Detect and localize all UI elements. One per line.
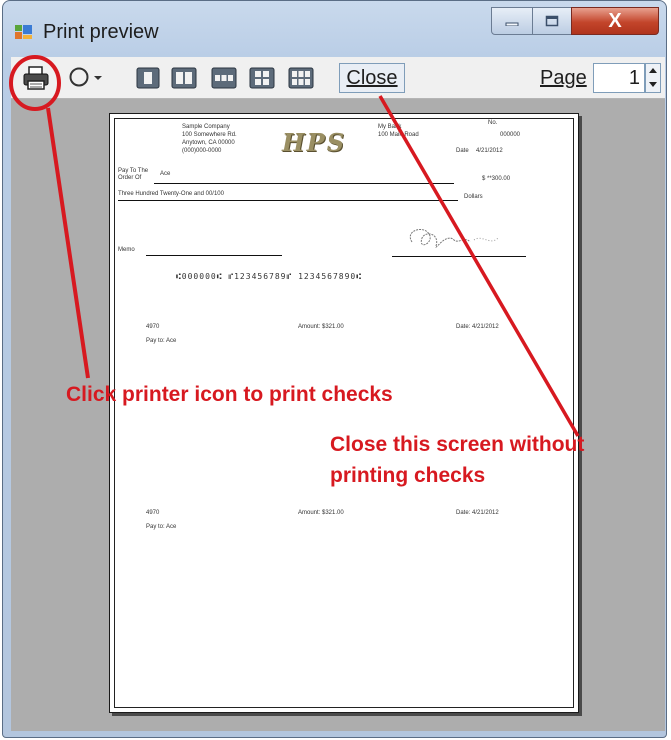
close-hint-annotation-line1: Close this screen without	[330, 433, 585, 456]
preview-area[interactable]: Sample Company 100 Somewhere Rd. Anytown…	[11, 99, 665, 731]
payee-name: Ace	[160, 171, 171, 177]
company-logo: HPS	[282, 128, 347, 157]
page-number-input[interactable]: 1	[593, 63, 645, 93]
four-pages-button[interactable]	[249, 65, 275, 91]
page-spinner[interactable]	[645, 63, 661, 93]
signature-line	[392, 256, 526, 257]
company-city: Anytown, CA 00000	[182, 140, 235, 146]
company-address: 100 Somewhere Rd.	[182, 132, 237, 138]
memo-line	[146, 255, 282, 256]
print-hint-annotation: Click printer icon to print checks	[66, 383, 393, 406]
maximize-button[interactable]	[532, 7, 572, 35]
amount-box: $ **300.00	[482, 176, 511, 182]
two-pages-button[interactable]	[171, 65, 197, 91]
pay-to-label: Pay To The	[118, 168, 149, 174]
zoom-dropdown-button[interactable]	[63, 65, 107, 91]
window-title: Print preview	[43, 21, 159, 43]
close-button-label: Close	[346, 66, 398, 89]
company-phone: (000)000-0000	[182, 148, 222, 154]
signature-image	[409, 228, 499, 248]
stub2-number: 4970	[146, 510, 160, 516]
check-number-label: No.	[488, 120, 498, 126]
two-pages-icon	[171, 67, 197, 89]
payee-line	[154, 183, 454, 184]
three-pages-icon	[211, 67, 237, 89]
order-of-label: Order Of	[118, 175, 142, 181]
close-hint-annotation-line2: printing checks	[330, 464, 486, 487]
window-close-button[interactable]: X	[571, 7, 659, 35]
page-border	[114, 118, 574, 708]
print-preview-app-icon	[15, 25, 32, 39]
dollars-label: Dollars	[464, 194, 483, 200]
close-button[interactable]: Close	[339, 63, 405, 93]
three-pages-button[interactable]	[211, 65, 237, 91]
spinner-up-icon[interactable]	[646, 64, 660, 77]
four-pages-icon	[249, 67, 275, 89]
bank-address: 100 Main Road	[378, 132, 419, 138]
chevron-down-icon	[94, 76, 102, 80]
stub2-payee: Pay to: Ace	[146, 524, 177, 530]
stub1-date: Date: 4/21/2012	[456, 324, 499, 330]
minimize-button[interactable]	[491, 7, 533, 35]
one-page-button[interactable]	[135, 65, 161, 91]
stub2-amount: Amount: $321.00	[298, 510, 344, 516]
stub2-date: Date: 4/21/2012	[456, 510, 499, 516]
title-bar[interactable]: Print preview X	[3, 1, 666, 57]
printer-icon	[23, 66, 49, 90]
company-name: Sample Company	[182, 124, 230, 130]
date-label: Date	[456, 148, 469, 154]
stub1-payee: Pay to: Ace	[146, 338, 177, 344]
check-page: Sample Company 100 Somewhere Rd. Anytown…	[109, 113, 579, 713]
six-pages-button[interactable]	[288, 65, 314, 91]
print-preview-window: Print preview X Close Page 1 Sample Comp…	[2, 0, 667, 738]
amount-words: Three Hundred Twenty-One and 00/100	[118, 191, 224, 197]
check-number: 000000	[500, 132, 521, 138]
date-value: 4/21/2012	[476, 148, 503, 154]
maximize-icon	[545, 15, 559, 27]
stub1-number: 4970	[146, 324, 160, 330]
spinner-down-icon[interactable]	[646, 78, 660, 91]
print-button[interactable]	[21, 65, 51, 91]
page-label: Page	[540, 67, 587, 89]
minimize-icon	[505, 22, 519, 26]
amount-words-line	[118, 200, 458, 201]
micr-line: ⑆000000⑆ ⑈123456789⑈ 1234567890⑆	[176, 272, 363, 281]
six-pages-icon	[288, 67, 314, 89]
stub1-amount: Amount: $321.00	[298, 324, 344, 330]
one-page-icon	[136, 67, 160, 89]
preview-toolbar: Close Page 1	[11, 57, 665, 99]
window-close-icon: X	[608, 9, 622, 32]
memo-label: Memo	[118, 247, 135, 253]
bank-name: My Bank	[378, 124, 402, 130]
zoom-icon	[69, 67, 89, 87]
